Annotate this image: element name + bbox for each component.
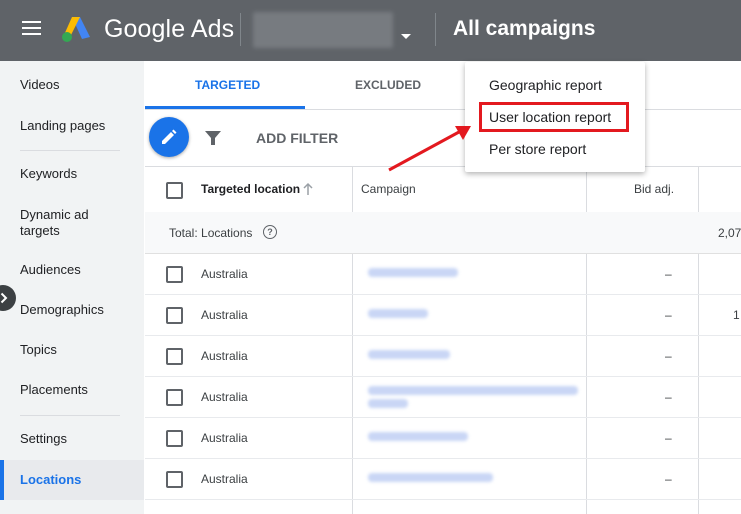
campaign-cell[interactable] — [368, 350, 450, 359]
sidebar-divider — [20, 415, 120, 416]
location-cell: Australia — [201, 308, 248, 322]
bid-adj-cell: – — [665, 267, 672, 281]
location-cell: Australia — [201, 349, 248, 363]
divider — [435, 13, 436, 46]
select-all-checkbox[interactable] — [166, 182, 183, 199]
campaign-cell[interactable] — [368, 473, 493, 482]
sidebar: Videos Landing pages Keywords Dynamic ad… — [0, 61, 144, 514]
bid-adj-cell: – — [665, 349, 672, 363]
row-checkbox[interactable] — [166, 389, 183, 406]
divider — [240, 13, 241, 46]
bid-adj-cell: – — [665, 390, 672, 404]
tab-targeted[interactable]: TARGETED — [195, 78, 260, 92]
active-indicator — [0, 460, 4, 500]
bid-adj-cell: – — [665, 308, 672, 322]
menu-item-geographic-report[interactable]: Geographic report — [489, 77, 602, 93]
edit-button[interactable] — [149, 117, 189, 157]
campaign-cell[interactable] — [368, 309, 428, 318]
sidebar-item-landing-pages[interactable]: Landing pages — [0, 118, 144, 134]
help-icon[interactable]: ? — [263, 225, 277, 239]
bid-adj-cell: – — [665, 431, 672, 445]
google-ads-logo-icon — [62, 17, 90, 42]
sidebar-item-label: Locations — [20, 472, 82, 487]
total-label: Total: Locations — [169, 226, 253, 240]
location-cell: Australia — [201, 431, 248, 445]
menu-icon[interactable] — [22, 21, 41, 35]
row-checkbox[interactable] — [166, 471, 183, 488]
sidebar-item-settings[interactable]: Settings — [0, 431, 144, 447]
sidebar-item-locations[interactable]: Locations — [0, 460, 144, 500]
row-checkbox[interactable] — [166, 307, 183, 324]
campaign-cell[interactable] — [368, 432, 468, 441]
sidebar-item-audiences[interactable]: Audiences — [0, 262, 144, 278]
location-cell: Australia — [201, 267, 248, 281]
sidebar-divider — [20, 150, 120, 151]
campaign-cell[interactable] — [368, 268, 458, 277]
campaign-cell[interactable] — [368, 399, 408, 408]
column-header-campaign[interactable]: Campaign — [361, 182, 416, 196]
top-bar: Google Ads All campaigns — [0, 0, 741, 61]
bid-adj-cell: – — [665, 472, 672, 486]
highlight-annotation — [479, 102, 629, 132]
page-title: All campaigns — [453, 17, 596, 40]
chevron-right-icon — [0, 292, 8, 304]
chevron-down-icon[interactable] — [401, 34, 411, 39]
total-value: 2,07 — [718, 226, 741, 240]
add-filter-button[interactable]: ADD FILTER — [256, 130, 338, 146]
tab-active-indicator — [145, 106, 305, 109]
sidebar-item-dynamic-ad-targets[interactable]: Dynamic ad targets — [0, 207, 120, 239]
row-checkbox[interactable] — [166, 348, 183, 365]
campaign-cell[interactable] — [368, 386, 578, 395]
sidebar-item-placements[interactable]: Placements — [0, 382, 144, 398]
column-header-bid-adj[interactable]: Bid adj. — [634, 182, 674, 196]
menu-item-per-store-report[interactable]: Per store report — [489, 141, 586, 157]
pencil-icon — [162, 129, 177, 144]
arrow-up-icon[interactable] — [302, 182, 314, 196]
tab-excluded[interactable]: EXCLUDED — [355, 78, 421, 92]
value-cell: 1 — [733, 308, 740, 322]
column-header-targeted-location[interactable]: Targeted location — [201, 182, 300, 196]
row-checkbox[interactable] — [166, 430, 183, 447]
sidebar-item-topics[interactable]: Topics — [0, 342, 144, 358]
location-cell: Australia — [201, 472, 248, 486]
row-checkbox[interactable] — [166, 266, 183, 283]
sidebar-item-keywords[interactable]: Keywords — [0, 166, 144, 182]
tab-bar: TARGETED EXCLUDED — [145, 61, 741, 110]
sidebar-item-demographics[interactable]: Demographics — [0, 302, 144, 318]
filter-icon[interactable] — [204, 129, 222, 147]
annotation-arrow-icon — [388, 126, 471, 172]
sidebar-item-videos[interactable]: Videos — [0, 77, 144, 93]
account-selector[interactable] — [253, 12, 393, 48]
location-cell: Australia — [201, 390, 248, 404]
brand-name: Google Ads — [104, 15, 235, 43]
